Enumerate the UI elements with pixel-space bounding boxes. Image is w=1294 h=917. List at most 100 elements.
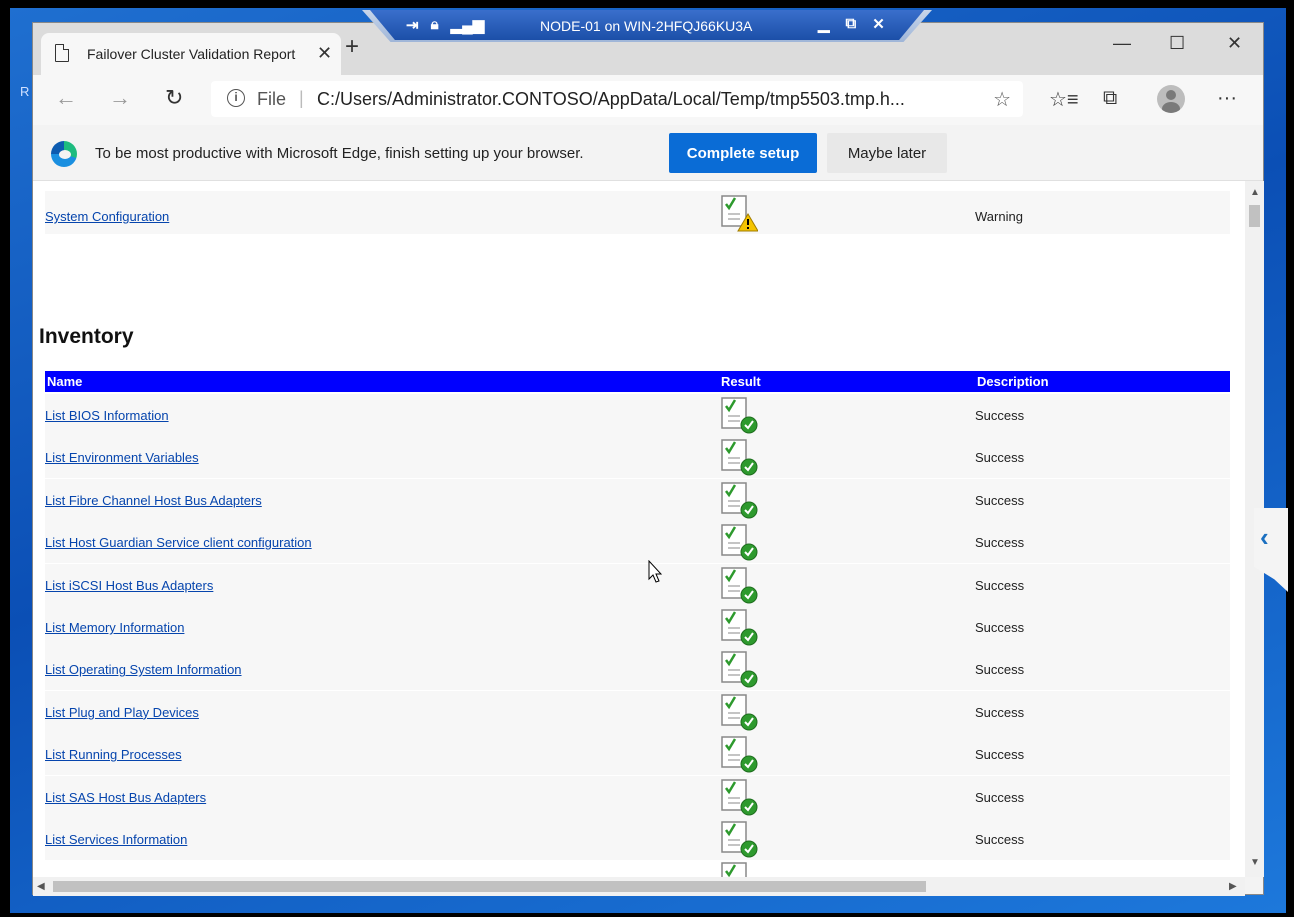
row-name-link[interactable]: List iSCSI Host Bus Adapters [45,578,213,593]
new-tab-icon[interactable]: + [345,35,359,59]
column-description: Description [977,374,1049,389]
row-name-link[interactable]: List Running Processes [45,747,182,762]
row-name-link[interactable]: List Fibre Channel Host Bus Adapters [45,493,262,508]
forward-icon[interactable]: → [109,85,131,111]
lock-icon: 🔒︎ [430,16,439,33]
refresh-icon[interactable]: ↻ [165,85,183,111]
success-result-icon [720,438,758,476]
table-row: List Running Processes Success [45,733,1230,776]
success-result-icon [720,608,758,646]
row-name-link[interactable]: List Memory Information [45,620,184,635]
table-row: List BIOS Information Success [45,394,1230,436]
row-description: Success [975,747,1025,763]
row-description: Success [975,620,1025,635]
table-row: List Memory Information Success [45,606,1230,648]
address-bar[interactable]: i File | C:/Users/Administrator.CONTOSO/… [211,81,1023,117]
profile-avatar[interactable] [1157,85,1185,113]
browser-window: Failover Cluster Validation Report ✕ + —… [32,22,1264,896]
horizontal-scrollbar[interactable]: ◀ ▶ [33,877,1245,896]
setup-banner: To be most productive with Microsoft Edg… [33,125,1263,181]
success-result-icon [720,861,758,877]
success-result-icon [720,778,758,816]
table-header: Name Result Description [45,371,1230,392]
column-result: Result [721,374,761,389]
row-name-link[interactable]: List Environment Variables [45,450,199,465]
rdp-window-controls: ▁ ⧉ ✕ [818,15,885,33]
favorites-icon[interactable]: ☆≡ [1049,87,1079,112]
info-icon[interactable]: i [227,89,245,107]
row-name-link[interactable]: List Host Guardian Service client config… [45,535,312,550]
warning-result-icon [721,195,758,232]
table-row: List SAS Host Bus Adapters Success [45,775,1230,818]
chevron-left-icon: ‹ [1260,522,1269,552]
row-description: Success [975,408,1025,423]
rdp-minimize-icon[interactable]: ▁ [818,15,830,33]
row-name-link[interactable]: List BIOS Information [45,408,169,423]
tab-report[interactable]: Failover Cluster Validation Report ✕ [41,33,341,75]
row-description: Success [975,535,1025,551]
collections-icon[interactable]: ⧉ [1103,87,1117,110]
success-result-icon [720,650,758,688]
table-row: List Fibre Channel Host Bus Adapters Suc… [45,478,1230,521]
maybe-later-button[interactable]: Maybe later [827,133,947,173]
vertical-scroll-thumb[interactable] [1249,205,1260,227]
scroll-left-icon[interactable]: ◀ [37,881,45,892]
back-icon[interactable]: ← [55,85,77,111]
scroll-down-icon[interactable]: ▼ [1250,857,1260,868]
minimize-icon[interactable]: — [1113,33,1131,54]
row-name-link[interactable]: List SAS Host Bus Adapters [45,790,206,805]
success-result-icon [720,481,758,519]
table-row: System Configuration Warning [45,191,1230,234]
row-description: Success [975,662,1025,678]
success-result-icon [720,523,758,561]
row-name-link[interactable]: System Configuration [45,209,169,224]
url-scheme: File [257,89,287,109]
document-icon [55,44,69,62]
rdp-close-icon[interactable]: ✕ [872,15,885,33]
row-name-link[interactable]: List Plug and Play Devices [45,705,199,720]
maximize-icon[interactable]: ☐ [1169,33,1185,54]
address-bar-row: ← → ↻ i File | C:/Users/Administrator.CO… [33,75,1263,125]
desktop-edge-label: R [20,84,30,99]
row-description: Success [975,789,1025,805]
more-menu-icon[interactable]: ··· [1217,87,1237,110]
row-description: Success [975,450,1025,466]
url-separator: | [299,88,304,108]
table-row: List Operating System Information Succes… [45,648,1230,691]
signal-icon: ▂▄▆ [450,17,485,34]
success-result-icon [720,566,758,604]
favorite-star-icon[interactable]: ☆ [993,87,1011,112]
table-row: List Host Guardian Service client config… [45,521,1230,564]
setup-banner-text: To be most productive with Microsoft Edg… [95,145,584,162]
column-name: Name [47,374,83,389]
success-result-icon [720,820,758,858]
row-name-link[interactable]: List Services Information [45,832,187,847]
row-description: Success [975,492,1025,508]
horizontal-scroll-thumb[interactable] [53,881,926,892]
table-row: List Environment Variables Success [45,436,1230,479]
scroll-right-icon[interactable]: ▶ [1229,881,1237,892]
tab-title: Failover Cluster Validation Report [87,46,296,62]
table-row: List iSCSI Host Bus Adapters Success [45,563,1230,606]
complete-setup-button[interactable]: Complete setup [669,133,817,173]
table-row: List Plug and Play Devices Success [45,690,1230,733]
scroll-up-icon[interactable]: ▲ [1250,187,1260,198]
close-icon[interactable]: ✕ [1227,33,1242,54]
row-name-link[interactable]: List Operating System Information [45,662,242,677]
success-result-icon [720,693,758,731]
mouse-cursor-icon [648,560,662,583]
url-text[interactable]: C:/Users/Administrator.CONTOSO/AppData/L… [317,89,977,110]
pin-icon[interactable]: ⇥ [406,16,419,34]
table-row: List Services Information Success [45,818,1230,860]
row-description: Success [975,832,1025,847]
rdp-title: NODE-01 on WIN-2HFQJ66KU3A [540,18,753,34]
row-description: Success [975,577,1025,593]
report-page: System Configuration Warning Inventory N… [33,181,1245,877]
rdp-connection-bar: ⇥ 🔒︎ ▂▄▆ NODE-01 on WIN-2HFQJ66KU3A ▁ ⧉ … [362,10,932,42]
success-result-icon [720,735,758,773]
success-result-icon [720,396,758,434]
row-description: Warning [975,209,1023,224]
rdp-restore-icon[interactable]: ⧉ [846,15,857,33]
tab-close-icon[interactable]: ✕ [317,43,332,64]
section-title: Inventory [39,325,134,348]
